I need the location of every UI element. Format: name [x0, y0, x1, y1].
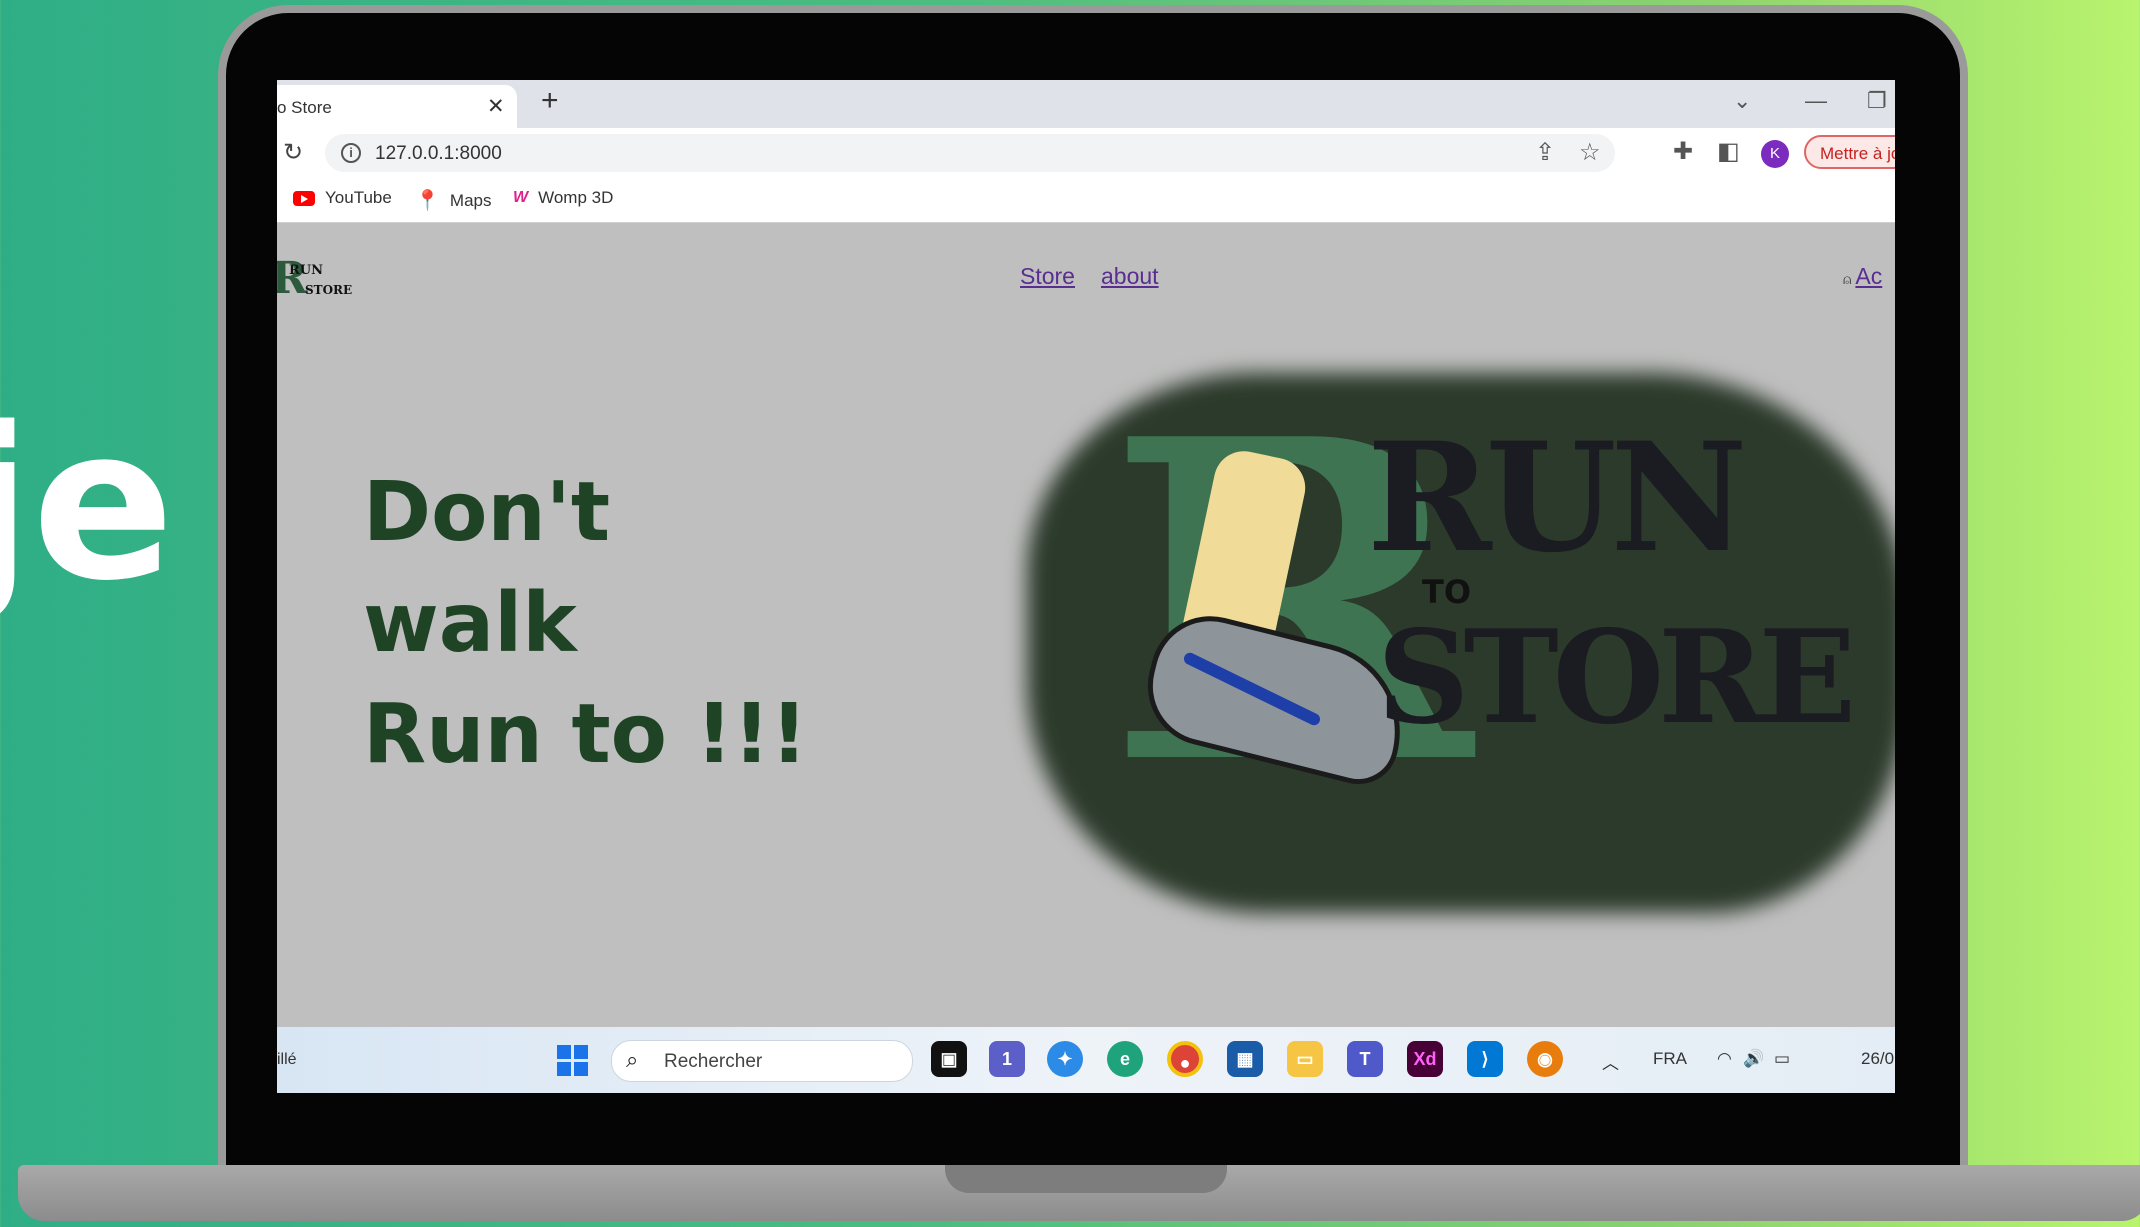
account-label: Ac: [1855, 263, 1883, 289]
hero-headline: Don't walk Run to !!!: [363, 457, 808, 790]
search-placeholder: Rechercher: [664, 1051, 763, 1072]
logo-line-run: RUN: [289, 263, 324, 278]
reload-icon[interactable]: ↻: [283, 138, 303, 167]
hero-logo-word-store: STORE: [1377, 603, 1856, 753]
browser-toolbar: ↻ i 127.0.0.1:8000 ⇪ ☆ ✚ ◧ K Mettre à jo…: [277, 128, 1895, 178]
store-icon[interactable]: ▦: [1227, 1041, 1263, 1077]
bookmark-star-icon[interactable]: ☆: [1579, 138, 1601, 167]
browser-tab[interactable]: o Store ✕: [277, 85, 517, 128]
taskbar-status-text: illé: [277, 1051, 297, 1068]
vscode-icon[interactable]: ⟩: [1467, 1041, 1503, 1077]
close-tab-icon[interactable]: ✕: [487, 94, 505, 119]
maps-pin-icon: 📍: [415, 190, 440, 212]
new-tab-icon[interactable]: +: [541, 84, 559, 118]
teams-icon[interactable]: T: [1347, 1041, 1383, 1077]
hero-logo-word-run: RUN: [1367, 410, 1748, 586]
blender-icon[interactable]: ◉: [1527, 1041, 1563, 1077]
address-bar[interactable]: i 127.0.0.1:8000 ⇪ ☆: [325, 134, 1615, 172]
bookmark-youtube[interactable]: YouTube: [293, 188, 392, 208]
edge-icon[interactable]: e: [1107, 1041, 1143, 1077]
youtube-icon: [293, 190, 315, 206]
share-icon[interactable]: ⇪: [1535, 138, 1555, 167]
language-indicator[interactable]: FRA: [1653, 1049, 1687, 1069]
laptop-screen: o Store ✕ + ⌄ — ❐ ↻ i 127.0.0.1:8000 ⇪ ☆…: [277, 80, 1895, 1093]
bookmark-maps[interactable]: 📍 Maps: [415, 188, 491, 213]
widgets-icon[interactable]: ✦: [1047, 1041, 1083, 1077]
bookmarks-bar: YouTube 📍 Maps W Womp 3D: [277, 178, 1895, 223]
url-text: 127.0.0.1:8000: [375, 143, 502, 164]
file-explorer-icon[interactable]: ▭: [1287, 1041, 1323, 1077]
minimize-icon[interactable]: —: [1805, 88, 1827, 114]
update-button[interactable]: Mettre à jour: [1804, 135, 1895, 169]
womp-icon: W: [513, 189, 529, 206]
bookmark-label: YouTube: [325, 188, 392, 207]
bookmark-label: Womp 3D: [538, 188, 614, 207]
profile-avatar[interactable]: K: [1761, 140, 1789, 168]
windows-taskbar: illé ⌕ Rechercher ▣ 1 ✦ e ● ▦ ▭ T Xd ⟩ ◉…: [277, 1027, 1895, 1093]
adobe-xd-icon[interactable]: Xd: [1407, 1041, 1443, 1077]
nav-link-store[interactable]: Store: [1020, 263, 1075, 290]
bookmark-womp[interactable]: W Womp 3D: [513, 188, 613, 208]
background-headline-fragment: je: [0, 382, 175, 627]
site-info-icon[interactable]: i: [341, 143, 361, 163]
laptop-notch: [945, 1165, 1227, 1193]
battery-icon[interactable]: ▭: [1774, 1049, 1790, 1069]
headline-line: walk: [363, 576, 577, 671]
windows-start-icon[interactable]: [557, 1045, 589, 1077]
chat-icon[interactable]: 1: [989, 1041, 1025, 1077]
site-logo[interactable]: R RUN STORE: [277, 253, 367, 309]
tab-title: o Store: [277, 98, 332, 117]
side-panel-icon[interactable]: ◧: [1717, 137, 1740, 166]
browser-tab-strip: o Store ✕ + ⌄ — ❐: [277, 80, 1895, 128]
logo-line-store: STORE: [305, 283, 353, 297]
tab-search-chevron-icon[interactable]: ⌄: [1733, 88, 1751, 114]
taskbar-search[interactable]: ⌕ Rechercher: [611, 1040, 913, 1082]
restore-icon[interactable]: ❐: [1867, 88, 1887, 114]
headline-line: Run to !!!: [363, 687, 808, 782]
bookmark-label: Maps: [449, 190, 492, 210]
nav-link-account[interactable]: ⍝ Ac: [1843, 263, 1882, 290]
task-view-icon[interactable]: ▣: [931, 1041, 967, 1077]
notification-badge: 1: [1001, 1049, 1012, 1069]
hero-logo-image: R RUN TO STORE: [1027, 373, 1895, 913]
user-icon: ⍝: [1843, 271, 1852, 287]
logo-letter: R: [277, 253, 308, 304]
extensions-puzzle-icon[interactable]: ✚: [1673, 137, 1693, 166]
wifi-icon[interactable]: ◠: [1717, 1049, 1732, 1069]
chevron-up-icon[interactable]: ︿: [1602, 1049, 1619, 1074]
nav-link-about[interactable]: about: [1101, 263, 1159, 290]
clock-date[interactable]: 26/0: [1861, 1049, 1894, 1069]
headline-line: Don't: [363, 465, 611, 560]
volume-icon[interactable]: 🔊: [1743, 1049, 1764, 1069]
website-page: R RUN STORE Store about ⍝ Ac Don't walk R…: [277, 223, 1895, 1027]
chrome-icon[interactable]: ●: [1167, 1041, 1203, 1077]
search-icon: ⌕: [626, 1047, 639, 1072]
